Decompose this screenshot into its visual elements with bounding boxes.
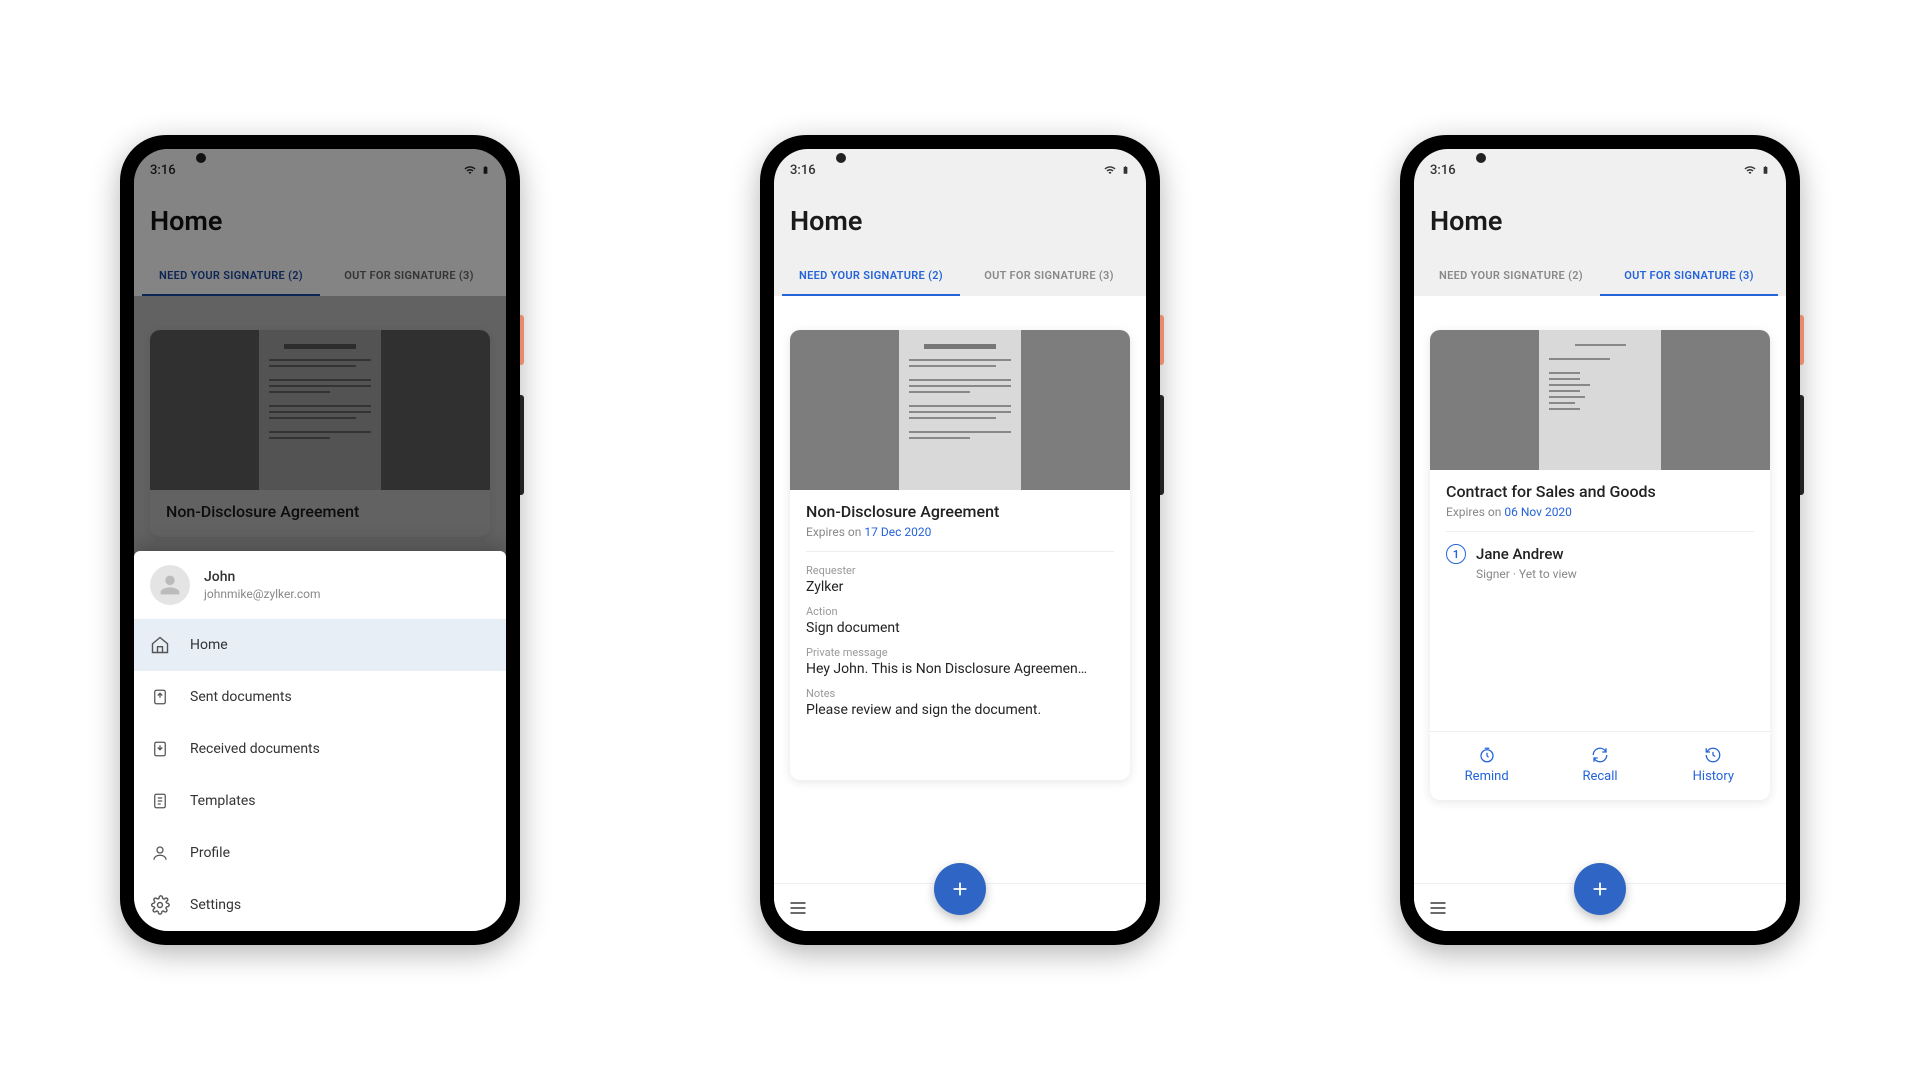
history-label: History <box>1693 769 1734 784</box>
document-card[interactable]: Non-Disclosure Agreement Expires on 17 D… <box>790 330 1130 780</box>
page-title: Home <box>1430 205 1770 237</box>
drawer-item-label: Home <box>190 637 228 653</box>
profile-icon <box>150 843 170 863</box>
action-value: Sign document <box>806 620 1114 636</box>
profile-email: johnmike@zylker.com <box>204 587 321 601</box>
history-button[interactable]: History <box>1657 732 1770 800</box>
phone-frame-1: 3:16 Home NEED YOUR SIGNATURE (2) OUT FO… <box>120 135 520 945</box>
home-icon <box>150 635 170 655</box>
drawer-profile[interactable]: John johnmike@zylker.com <box>134 551 506 619</box>
expires-date: 06 Nov 2020 <box>1504 505 1572 519</box>
plus-icon <box>1589 878 1611 900</box>
requester-label: Requester <box>806 564 1114 577</box>
drawer-item-received[interactable]: Received documents <box>134 723 506 775</box>
recipient-row: 1 Jane Andrew <box>1446 544 1754 564</box>
tab-need-signature[interactable]: NEED YOUR SIGNATURE (2) <box>1422 257 1600 296</box>
battery-icon <box>1121 163 1130 177</box>
recipient-order-badge: 1 <box>1446 544 1466 564</box>
profile-name: John <box>204 569 321 585</box>
screen-2: 3:16 Home NEED YOUR SIGNATURE (2) OUT FO… <box>774 149 1146 931</box>
tabs: NEED YOUR SIGNATURE (2) OUT FOR SIGNATUR… <box>1414 247 1786 296</box>
fab-add-button[interactable] <box>934 863 986 915</box>
drawer-item-label: Received documents <box>190 741 320 757</box>
recall-icon <box>1591 746 1609 764</box>
remind-button[interactable]: Remind <box>1430 732 1543 800</box>
templates-icon <box>150 791 170 811</box>
header: Home <box>1414 185 1786 247</box>
private-message-label: Private message <box>806 646 1114 659</box>
avatar <box>150 565 190 605</box>
menu-icon[interactable] <box>1428 898 1448 918</box>
document-title: Contract for Sales and Goods <box>1446 482 1754 501</box>
menu-icon[interactable] <box>788 898 808 918</box>
power-button <box>1800 315 1804 365</box>
phone-frame-3: 3:16 Home NEED YOUR SIGNATURE (2) OUT FO… <box>1400 135 1800 945</box>
content-area: Contract for Sales and Goods Expires on … <box>1414 296 1786 931</box>
drawer-item-label: Templates <box>190 793 256 809</box>
drawer-item-templates[interactable]: Templates <box>134 775 506 827</box>
volume-button <box>1160 395 1164 495</box>
drawer-item-settings[interactable]: Settings <box>134 879 506 931</box>
header: Home <box>774 185 1146 247</box>
plus-icon <box>949 878 971 900</box>
drawer-item-label: Profile <box>190 845 230 861</box>
status-bar: 3:16 <box>774 149 1146 185</box>
wifi-icon <box>1103 164 1117 176</box>
fab-add-button[interactable] <box>1574 863 1626 915</box>
expires-prefix: Expires on <box>806 525 864 539</box>
recall-label: Recall <box>1582 769 1617 784</box>
phone-frame-2: 3:16 Home NEED YOUR SIGNATURE (2) OUT FO… <box>760 135 1160 945</box>
battery-icon <box>1761 163 1770 177</box>
card-actions: Remind Recall History <box>1430 731 1770 800</box>
wifi-icon <box>1743 164 1757 176</box>
document-card[interactable]: Contract for Sales and Goods Expires on … <box>1430 330 1770 800</box>
tab-out-for-signature[interactable]: OUT FOR SIGNATURE (3) <box>960 257 1138 296</box>
tabs: NEED YOUR SIGNATURE (2) OUT FOR SIGNATUR… <box>774 247 1146 296</box>
drawer-item-home[interactable]: Home <box>134 619 506 671</box>
notes-value: Please review and sign the document. <box>806 702 1114 718</box>
expires-prefix: Expires on <box>1446 505 1504 519</box>
recipient-name: Jane Andrew <box>1476 545 1563 563</box>
remind-label: Remind <box>1465 769 1509 784</box>
expires-date: 17 Dec 2020 <box>864 525 931 539</box>
document-thumbnail <box>790 330 1130 490</box>
document-title: Non-Disclosure Agreement <box>806 502 1114 521</box>
requester-value: Zylker <box>806 579 1114 595</box>
divider <box>1446 531 1754 532</box>
action-label: Action <box>806 605 1114 618</box>
expires-text: Expires on 06 Nov 2020 <box>1446 505 1754 519</box>
notes-label: Notes <box>806 687 1114 700</box>
recipient-meta: Signer · Yet to view <box>1476 567 1754 581</box>
recall-button[interactable]: Recall <box>1543 732 1656 800</box>
received-documents-icon <box>150 739 170 759</box>
tab-need-signature[interactable]: NEED YOUR SIGNATURE (2) <box>782 257 960 296</box>
power-button <box>520 315 524 365</box>
gear-icon <box>150 895 170 915</box>
status-time: 3:16 <box>790 163 816 178</box>
history-icon <box>1704 746 1722 764</box>
sent-documents-icon <box>150 687 170 707</box>
volume-button <box>1800 395 1804 495</box>
power-button <box>1160 315 1164 365</box>
drawer-item-profile[interactable]: Profile <box>134 827 506 879</box>
remind-icon <box>1478 746 1496 764</box>
screen-3: 3:16 Home NEED YOUR SIGNATURE (2) OUT FO… <box>1414 149 1786 931</box>
document-thumbnail <box>1430 330 1770 470</box>
status-bar: 3:16 <box>1414 149 1786 185</box>
content-area: Non-Disclosure Agreement Expires on 17 D… <box>774 296 1146 931</box>
tab-out-for-signature[interactable]: OUT FOR SIGNATURE (3) <box>1600 257 1778 296</box>
volume-button <box>520 395 524 495</box>
person-icon <box>156 571 184 599</box>
page-title: Home <box>790 205 1130 237</box>
navigation-drawer: John johnmike@zylker.com Home Sent docum… <box>134 551 506 931</box>
drawer-item-label: Settings <box>190 897 241 913</box>
status-time: 3:16 <box>1430 163 1456 178</box>
private-message-value: Hey John. This is Non Disclosure Agreeme… <box>806 661 1114 677</box>
drawer-item-sent[interactable]: Sent documents <box>134 671 506 723</box>
drawer-item-label: Sent documents <box>190 689 292 705</box>
expires-text: Expires on 17 Dec 2020 <box>806 525 1114 539</box>
screen-1: 3:16 Home NEED YOUR SIGNATURE (2) OUT FO… <box>134 149 506 931</box>
divider <box>806 551 1114 552</box>
